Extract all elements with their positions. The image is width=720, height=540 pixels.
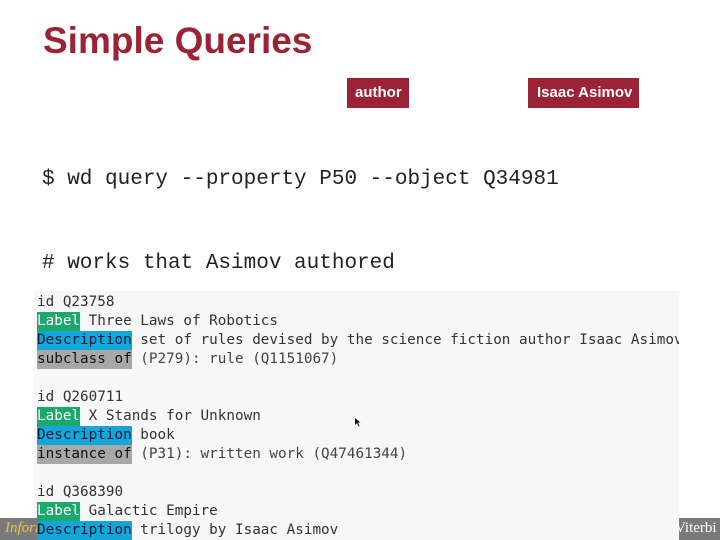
entry-property-line: subclass of (P279): rule (Q1151067) <box>37 350 679 369</box>
entry-description-line: Description trilogy by Isaac Asimov <box>37 521 338 540</box>
property-tag: instance of <box>37 445 132 464</box>
entry-label-line: Label X Stands for Unknown <box>37 407 407 426</box>
entry-description-line: Description set of rules devised by the … <box>37 331 679 350</box>
entry-description: book <box>140 427 175 443</box>
property-tag: subclass of <box>37 350 132 369</box>
label-tag: Label <box>37 312 81 331</box>
entry-id: id Q260711 <box>37 389 124 405</box>
footer-logo-left: Information <box>0 518 37 540</box>
terminal-output: id Q23758 Label Three Laws of Robotics D… <box>34 291 679 540</box>
entry-label: Three Laws of Robotics <box>88 313 279 329</box>
entry-label-line: Label Galactic Empire <box>37 502 338 521</box>
entry-id: id Q23758 <box>37 294 115 310</box>
footer-logo-right-text: Viterbi <box>679 520 717 536</box>
footer-logo-right: Viterbi <box>679 518 720 540</box>
label-tag: Label <box>37 407 81 426</box>
entry-property-line: instance of (P31): written work (Q474613… <box>37 445 407 464</box>
entry-q368390: id Q368390 Label Galactic Empire Descrip… <box>37 483 338 540</box>
entry-property-value: (P279): rule (Q1151067) <box>140 351 339 367</box>
callout-property-author: author <box>347 78 409 108</box>
entry-q23758: id Q23758 Label Three Laws of Robotics D… <box>37 293 679 369</box>
entry-property-value: (P31): written work (Q47461344) <box>140 446 408 462</box>
entry-description: trilogy by Isaac Asimov <box>140 522 339 538</box>
footer-logo-left-text: Information <box>5 520 37 536</box>
entry-id: id Q368390 <box>37 484 124 500</box>
mouse-cursor-icon <box>355 418 361 427</box>
description-tag: Description <box>37 521 132 540</box>
entry-description: set of rules devised by the science fict… <box>140 332 679 348</box>
entry-label: X Stands for Unknown <box>88 408 261 424</box>
label-tag: Label <box>37 502 81 521</box>
entry-description-line: Description book <box>37 426 407 445</box>
entry-q260711: id Q260711 Label X Stands for Unknown De… <box>37 388 407 464</box>
slide-title: Simple Queries <box>43 20 313 61</box>
description-tag: Description <box>37 331 132 350</box>
description-tag: Description <box>37 426 132 445</box>
entry-label-line: Label Three Laws of Robotics <box>37 312 679 331</box>
query-command: $ wd query --property P50 --object Q3498… <box>42 168 559 191</box>
callout-object-isaac-asimov: Isaac Asimov <box>528 78 639 108</box>
entry-label: Galactic Empire <box>88 503 218 519</box>
